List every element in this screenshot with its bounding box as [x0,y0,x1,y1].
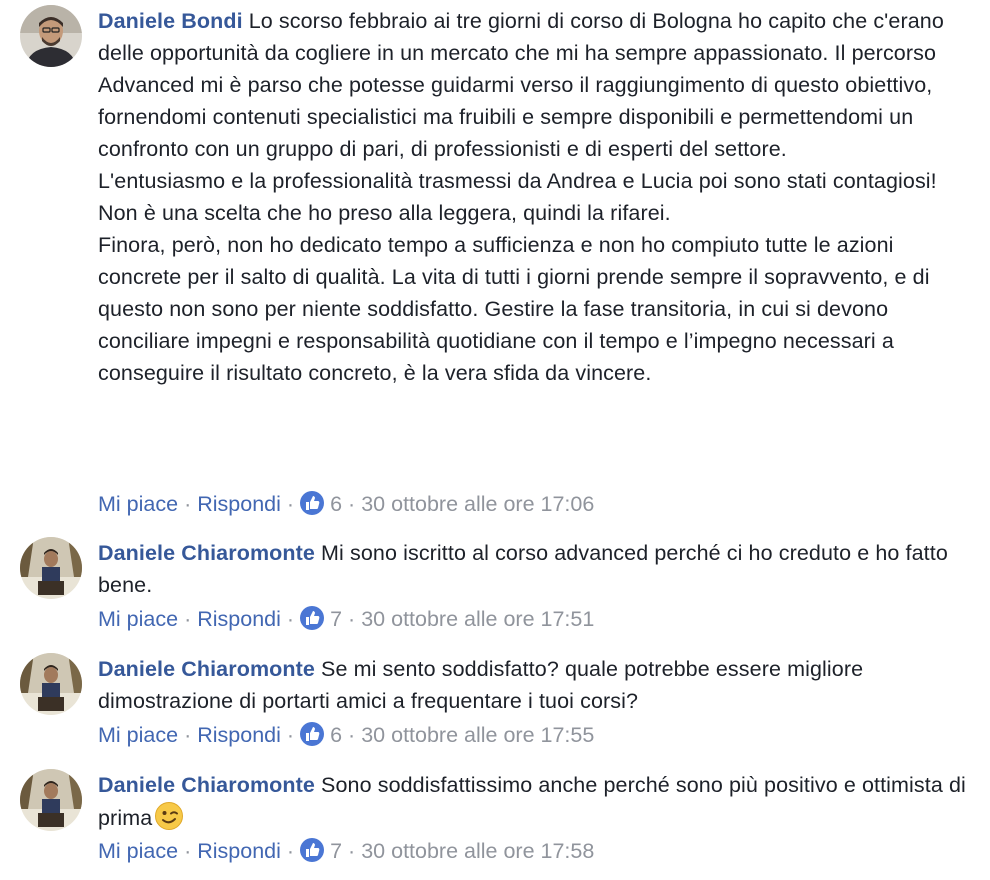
comment-actions: Mi piace · Rispondi · 7 · 30 ottobre alle ore … [98,603,594,635]
comment-timestamp[interactable]: 30 ottobre alle ore 17:55 [361,723,594,747]
comment-timestamp[interactable]: 30 ottobre alle ore 17:51 [361,607,594,631]
separator: · [184,723,192,747]
separator: · [184,492,192,516]
comment-text: L'entusiasmo e la professionalità trasme… [98,169,937,193]
thumbs-up-icon[interactable] [300,838,325,862]
comment-actions: Mi piace · Rispondi · 7 · 30 ottobre alle ore … [98,835,594,867]
comment-timestamp[interactable]: 30 ottobre alle ore 17:06 [361,492,594,516]
separator: · [348,492,356,516]
comment-body: Daniele Bondi Lo scorso febbraio ai tre … [98,5,968,389]
wink-emoji-icon [154,801,184,831]
reply-link[interactable]: Rispondi [197,607,281,631]
reaction-count[interactable]: 7 [330,607,342,631]
like-link[interactable]: Mi piace [98,492,178,516]
thumbs-up-icon[interactable] [300,491,325,515]
comment-author[interactable]: Daniele Chiaromonte [98,773,315,797]
comment-author[interactable]: Daniele Bondi [98,9,243,33]
avatar-photo [20,537,82,599]
avatar[interactable] [20,769,82,831]
avatar[interactable] [20,653,82,715]
comment-timestamp[interactable]: 30 ottobre alle ore 17:58 [361,839,594,863]
avatar[interactable] [20,5,82,67]
comment-thread: Daniele Bondi Lo scorso febbraio ai tre … [0,0,990,880]
avatar[interactable] [20,537,82,599]
comment-body: Daniele Chiaromonte Se mi sento soddisfa… [98,653,968,717]
comment-actions: Mi piace · Rispondi · 6 · 30 ottobre alle ore … [98,719,594,751]
thumbs-up-icon[interactable] [300,606,325,630]
separator: · [286,607,295,631]
reply-link[interactable]: Rispondi [197,723,281,747]
comment-text: Finora, però, non ho dedicato tempo a su… [98,233,930,385]
comment-text: Non è una scelta che ho preso alla legge… [98,201,671,225]
like-link[interactable]: Mi piace [98,839,178,863]
reaction-count[interactable]: 7 [330,839,342,863]
separator: · [286,839,295,863]
reaction-count[interactable]: 6 [330,492,342,516]
like-link[interactable]: Mi piace [98,607,178,631]
separator: · [184,839,192,863]
comment-actions: Mi piace · Rispondi · 6 · 30 ottobre alle ore … [98,488,594,520]
reaction-count[interactable]: 6 [330,723,342,747]
separator: · [348,723,356,747]
separator: · [184,607,192,631]
thumbs-up-icon[interactable] [300,722,325,746]
like-link[interactable]: Mi piace [98,723,178,747]
separator: · [286,723,295,747]
comment-author[interactable]: Daniele Chiaromonte [98,541,315,565]
separator: · [286,492,295,516]
avatar-photo [20,653,82,715]
comment-body: Daniele Chiaromonte Sono soddisfattissim… [98,769,968,834]
comment-body: Daniele Chiaromonte Mi sono iscritto al … [98,537,968,601]
avatar-photo [20,769,82,831]
separator: · [348,607,356,631]
reply-link[interactable]: Rispondi [197,839,281,863]
reply-link[interactable]: Rispondi [197,492,281,516]
avatar-photo [20,5,82,67]
comment-author[interactable]: Daniele Chiaromonte [98,657,315,681]
separator: · [348,839,356,863]
